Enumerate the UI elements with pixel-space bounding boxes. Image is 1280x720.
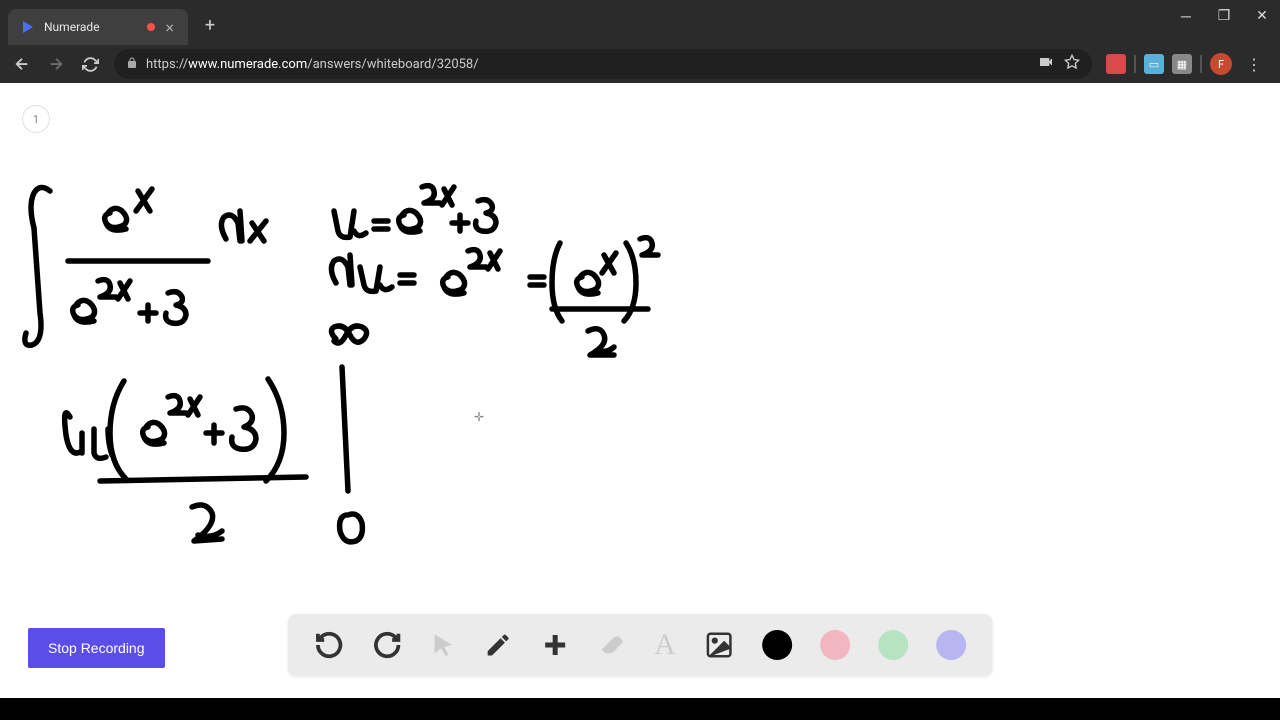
browser-nav-bar: https://www.numerade.com/answers/whitebo… <box>0 45 1280 83</box>
whiteboard-toolbar: A <box>288 614 992 676</box>
bottom-bar <box>0 698 1280 720</box>
extension-icon-1[interactable] <box>1106 54 1126 74</box>
url-domain: www.numerade.com <box>188 57 307 72</box>
browser-tab[interactable]: Numerade × <box>8 9 188 45</box>
url-bar[interactable]: https://www.numerade.com/answers/whitebo… <box>114 49 1092 79</box>
redo-button[interactable] <box>372 630 402 660</box>
recording-indicator-icon <box>147 23 155 31</box>
forward-button[interactable] <box>42 50 70 78</box>
minimize-button[interactable]: ─ <box>1174 8 1198 25</box>
undo-button[interactable] <box>314 630 344 660</box>
browser-menu-button[interactable]: ⋮ <box>1240 55 1268 74</box>
separator <box>1134 55 1136 73</box>
add-button[interactable] <box>540 630 570 660</box>
color-purple[interactable] <box>936 630 966 660</box>
separator <box>1200 55 1202 73</box>
url-path: /answers/whiteboard/32058/ <box>307 57 478 72</box>
tab-close-button[interactable]: × <box>163 18 176 37</box>
extension-icon-2[interactable]: ▭ <box>1144 54 1164 74</box>
url-protocol: https:// <box>146 57 188 72</box>
handwriting <box>0 83 1280 698</box>
reload-button[interactable] <box>76 50 104 78</box>
lock-icon <box>126 57 138 72</box>
close-window-button[interactable]: ✕ <box>1250 8 1274 25</box>
window-controls: ─ ❐ ✕ <box>1174 8 1274 25</box>
tab-title: Numerade <box>44 20 139 34</box>
image-tool-button[interactable] <box>704 630 734 660</box>
camera-icon[interactable] <box>1038 54 1054 74</box>
back-button[interactable] <box>8 50 36 78</box>
profile-avatar[interactable]: F <box>1210 53 1232 75</box>
color-green[interactable] <box>878 630 908 660</box>
new-tab-button[interactable]: + <box>198 13 222 37</box>
extension-icon-3[interactable]: ▦ <box>1172 54 1192 74</box>
extension-icons: ▭ ▦ F ⋮ <box>1102 53 1272 75</box>
eraser-tool-button[interactable] <box>598 631 626 659</box>
maximize-button[interactable]: ❐ <box>1212 8 1236 25</box>
color-black[interactable] <box>762 630 792 660</box>
url-text: https://www.numerade.com/answers/whitebo… <box>146 57 1030 72</box>
bookmark-star-icon[interactable] <box>1064 54 1080 74</box>
cursor-tool-button[interactable] <box>430 632 456 658</box>
stop-recording-button[interactable]: Stop Recording <box>28 628 165 668</box>
text-tool-button[interactable]: A <box>654 628 676 662</box>
tab-favicon <box>20 19 36 35</box>
whiteboard-canvas[interactable]: 1 ✛ <box>0 83 1280 698</box>
pen-tool-button[interactable] <box>484 631 512 659</box>
color-pink[interactable] <box>820 630 850 660</box>
browser-tab-strip: Numerade × + ─ ❐ ✕ <box>0 0 1280 45</box>
